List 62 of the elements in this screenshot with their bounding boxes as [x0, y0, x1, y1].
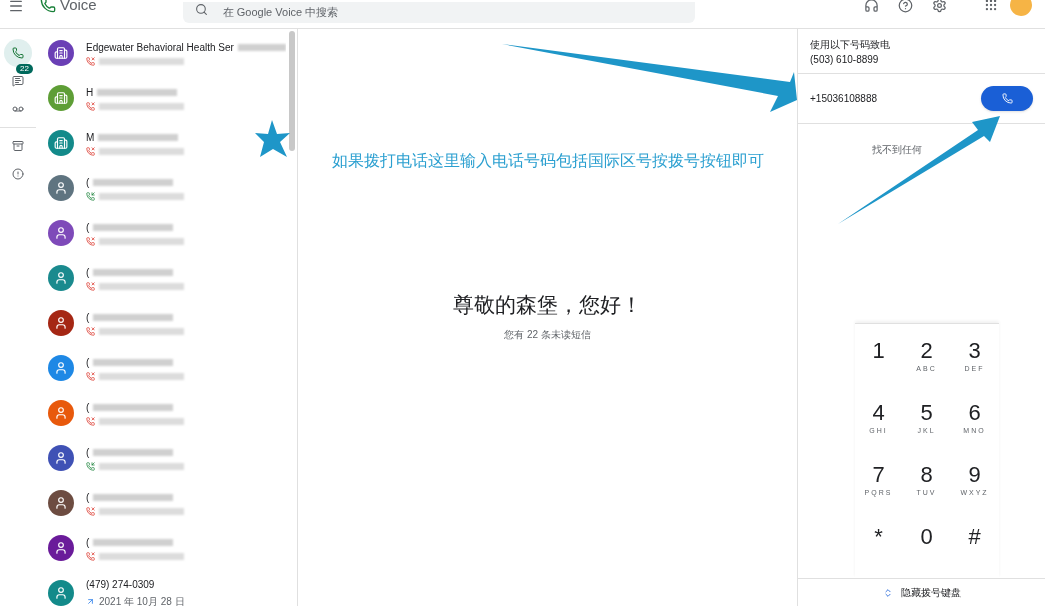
- greeting-title: 尊敬的森堡，您好！: [453, 292, 642, 318]
- alert-icon: [12, 168, 24, 180]
- settings-icon[interactable]: [931, 0, 947, 13]
- dial-key[interactable]: 0: [902, 524, 951, 568]
- contact-name: (: [86, 535, 90, 550]
- contact-name: H: [86, 85, 94, 100]
- contact-name: M: [86, 130, 95, 145]
- contact-name: (: [86, 175, 90, 190]
- annotation-text: 如果拨打电话这里输入电话号码包括国际区号按拨号按钮即可: [331, 151, 764, 171]
- dial-key[interactable]: 1: [854, 338, 903, 382]
- missed-call-icon: [86, 506, 95, 516]
- missed-call-icon: [86, 101, 95, 111]
- voicemail-icon: [12, 103, 24, 115]
- search-field[interactable]: 在 Google Voice 中搜索: [182, 1, 695, 23]
- dial-key[interactable]: *: [854, 524, 903, 568]
- contact-name: (: [86, 445, 90, 460]
- nav-item[interactable]: 22: [4, 67, 32, 95]
- missed-call-icon: [86, 281, 95, 291]
- contact-name: (: [86, 220, 90, 235]
- contact-name: (: [86, 355, 90, 370]
- contact-name: Edgewater Behavioral Health Ser: [86, 40, 234, 55]
- apps-icon[interactable]: [983, 0, 998, 12]
- missed-call-icon: [86, 551, 95, 561]
- contact-name: (: [86, 490, 90, 505]
- missed-call-icon: [86, 416, 95, 426]
- star-mark: [255, 120, 290, 157]
- headset-icon[interactable]: [863, 0, 879, 13]
- contact-name: (: [86, 310, 90, 325]
- app-name: Voice: [60, 0, 97, 12]
- call-button[interactable]: [981, 86, 1033, 111]
- collapse-icon: [882, 587, 893, 598]
- menu-icon[interactable]: [8, 0, 24, 14]
- phone-number-field[interactable]: +15036108888: [810, 91, 960, 106]
- caller-label: 使用以下号码致电: [810, 38, 891, 52]
- message-icon: [12, 75, 24, 87]
- unread-count-text: 您有 22 条未读短信: [504, 327, 591, 342]
- archive-icon: [12, 140, 24, 152]
- dial-key[interactable]: #: [950, 524, 999, 568]
- contact-name: (: [86, 265, 90, 280]
- incoming-call-icon: [86, 461, 95, 471]
- contact-name: (479) 274-0309: [86, 577, 155, 592]
- missed-call-icon: [86, 56, 95, 66]
- caller-number: (503) 610-8899: [810, 53, 880, 67]
- call-date: 2021 年 10月 28 日: [99, 594, 185, 606]
- unread-badge: 22: [16, 64, 33, 74]
- phone-icon: [1001, 93, 1013, 104]
- logo-icon: [40, 0, 56, 13]
- missed-call-icon: [86, 371, 95, 381]
- scrollbar-thumb[interactable]: [288, 31, 295, 151]
- phone-icon: [12, 47, 24, 59]
- missed-call-icon: [86, 236, 95, 246]
- redacted-text: [237, 43, 286, 51]
- contact-name: (: [86, 400, 90, 415]
- no-results-text: 找不到任何: [871, 143, 922, 157]
- missed-call-icon: [86, 326, 95, 336]
- help-icon[interactable]: [897, 0, 913, 13]
- incoming-call-icon: [86, 191, 95, 201]
- nav-item[interactable]: [4, 39, 32, 67]
- missed-call-icon: [86, 146, 95, 156]
- search-icon: [194, 3, 208, 16]
- outgoing-call-icon: [86, 596, 95, 606]
- hide-keypad-button[interactable]: 隐藏拨号键盘: [798, 578, 1045, 606]
